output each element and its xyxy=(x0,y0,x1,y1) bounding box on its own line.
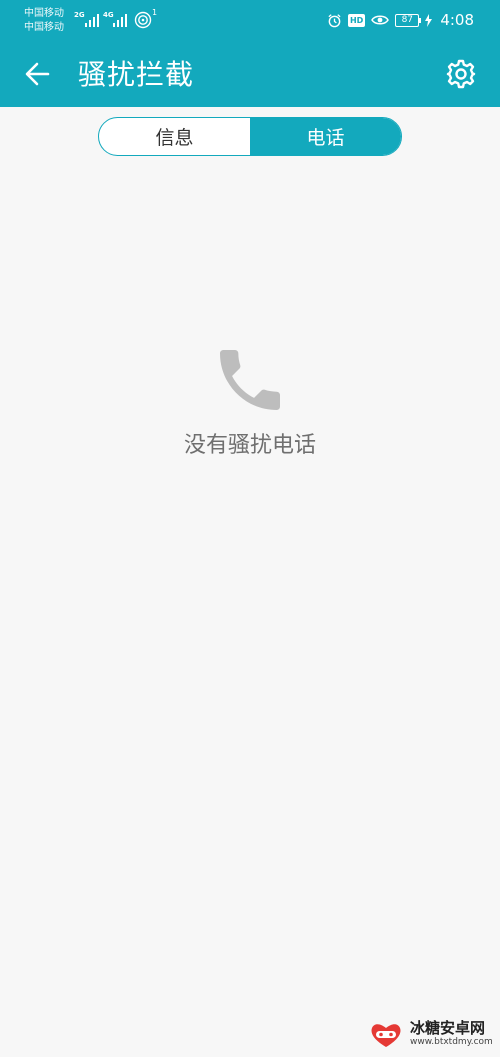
watermark-logo-icon xyxy=(371,1024,401,1047)
gear-icon[interactable] xyxy=(446,59,476,89)
watermark-url: www.btxtdmy.com xyxy=(410,1037,493,1047)
battery-level: 87 xyxy=(401,15,414,25)
back-arrow-icon[interactable] xyxy=(22,58,54,90)
status-right-group: HD 87 4:08 xyxy=(327,10,474,30)
page-title: 骚扰拦截 xyxy=(78,58,195,91)
clock-time: 4:08 xyxy=(440,11,474,29)
hotspot-count: 1 xyxy=(152,8,158,17)
hd-badge: HD xyxy=(347,13,366,27)
carrier-2-label: 中国移动 xyxy=(24,22,64,33)
tab-calls[interactable]: 电话 xyxy=(250,118,401,155)
empty-state-text: 没有骚扰电话 xyxy=(183,433,316,458)
watermark-title: 冰糖安卓网 xyxy=(410,1019,486,1037)
carrier-1-label: 中国移动 xyxy=(24,8,64,19)
segment-tabs: 信息 电话 xyxy=(98,117,402,156)
battery-indicator: 87 xyxy=(395,13,422,27)
eye-comfort-icon xyxy=(371,15,390,25)
tab-messages[interactable]: 信息 xyxy=(99,118,250,155)
watermark-text: 冰糖安卓网 www.btxtdmy.com xyxy=(410,1021,493,1049)
top-header-area: 中国移动 中国移动 2G 4G 1 HD 87 4:08 骚扰拦截 xyxy=(0,0,500,107)
phone-icon xyxy=(220,350,280,410)
alarm-icon xyxy=(328,13,341,27)
charging-icon xyxy=(425,13,433,27)
site-watermark: 冰糖安卓网 www.btxtdmy.com xyxy=(368,1015,498,1055)
signal-2-icon xyxy=(113,14,127,27)
status-bar: 中国移动 中国移动 2G 4G 1 HD 87 4:08 xyxy=(0,0,500,40)
app-bar: 骚扰拦截 xyxy=(0,44,500,107)
hotspot-icon xyxy=(134,11,152,29)
signal-1-icon xyxy=(85,14,99,27)
